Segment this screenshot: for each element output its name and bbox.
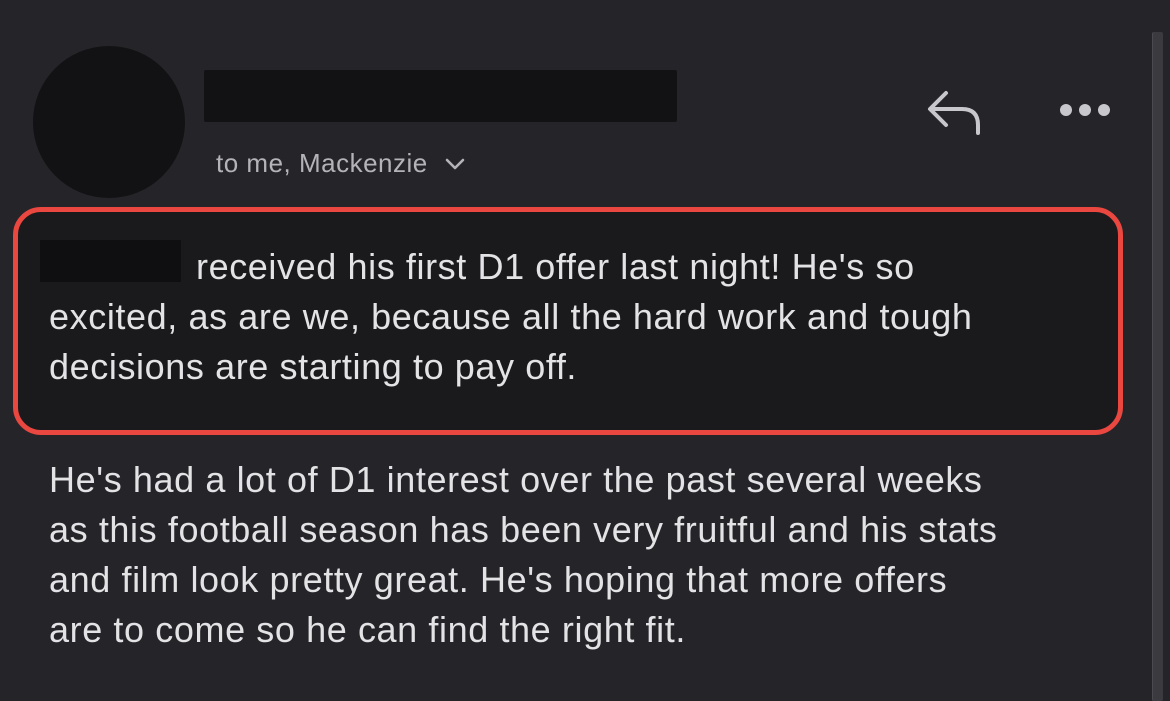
message-paragraph-1: received his first D1 offer last night! … xyxy=(49,242,973,392)
reply-arrow-icon xyxy=(922,87,984,142)
more-horizontal-icon xyxy=(1057,102,1113,123)
paragraph-1-line: excited, as are we, because all the hard… xyxy=(49,296,973,337)
message-paragraph-2: He's had a lot of D1 interest over the p… xyxy=(49,455,998,655)
sender-name-redacted xyxy=(204,70,677,122)
paragraph-2-line: are to come so he can find the right fit… xyxy=(49,609,686,650)
recipients-toggle[interactable]: to me, Mackenzie xyxy=(216,148,468,179)
sender-avatar[interactable] xyxy=(33,46,185,198)
paragraph-1-line: decisions are starting to pay off. xyxy=(49,346,578,387)
scrollbar[interactable] xyxy=(1152,32,1163,701)
paragraph-2-line: and film look pretty great. He's hoping … xyxy=(49,559,948,600)
paragraph-1-line: received his first D1 offer last night! … xyxy=(196,246,915,287)
paragraph-2-line: He's had a lot of D1 interest over the p… xyxy=(49,459,983,500)
chevron-down-icon[interactable] xyxy=(442,151,468,177)
recipients-label: to me, Mackenzie xyxy=(216,148,428,178)
more-options-button[interactable] xyxy=(1052,90,1118,134)
reply-button[interactable] xyxy=(918,84,988,144)
paragraph-2-line: as this football season has been very fr… xyxy=(49,509,998,550)
